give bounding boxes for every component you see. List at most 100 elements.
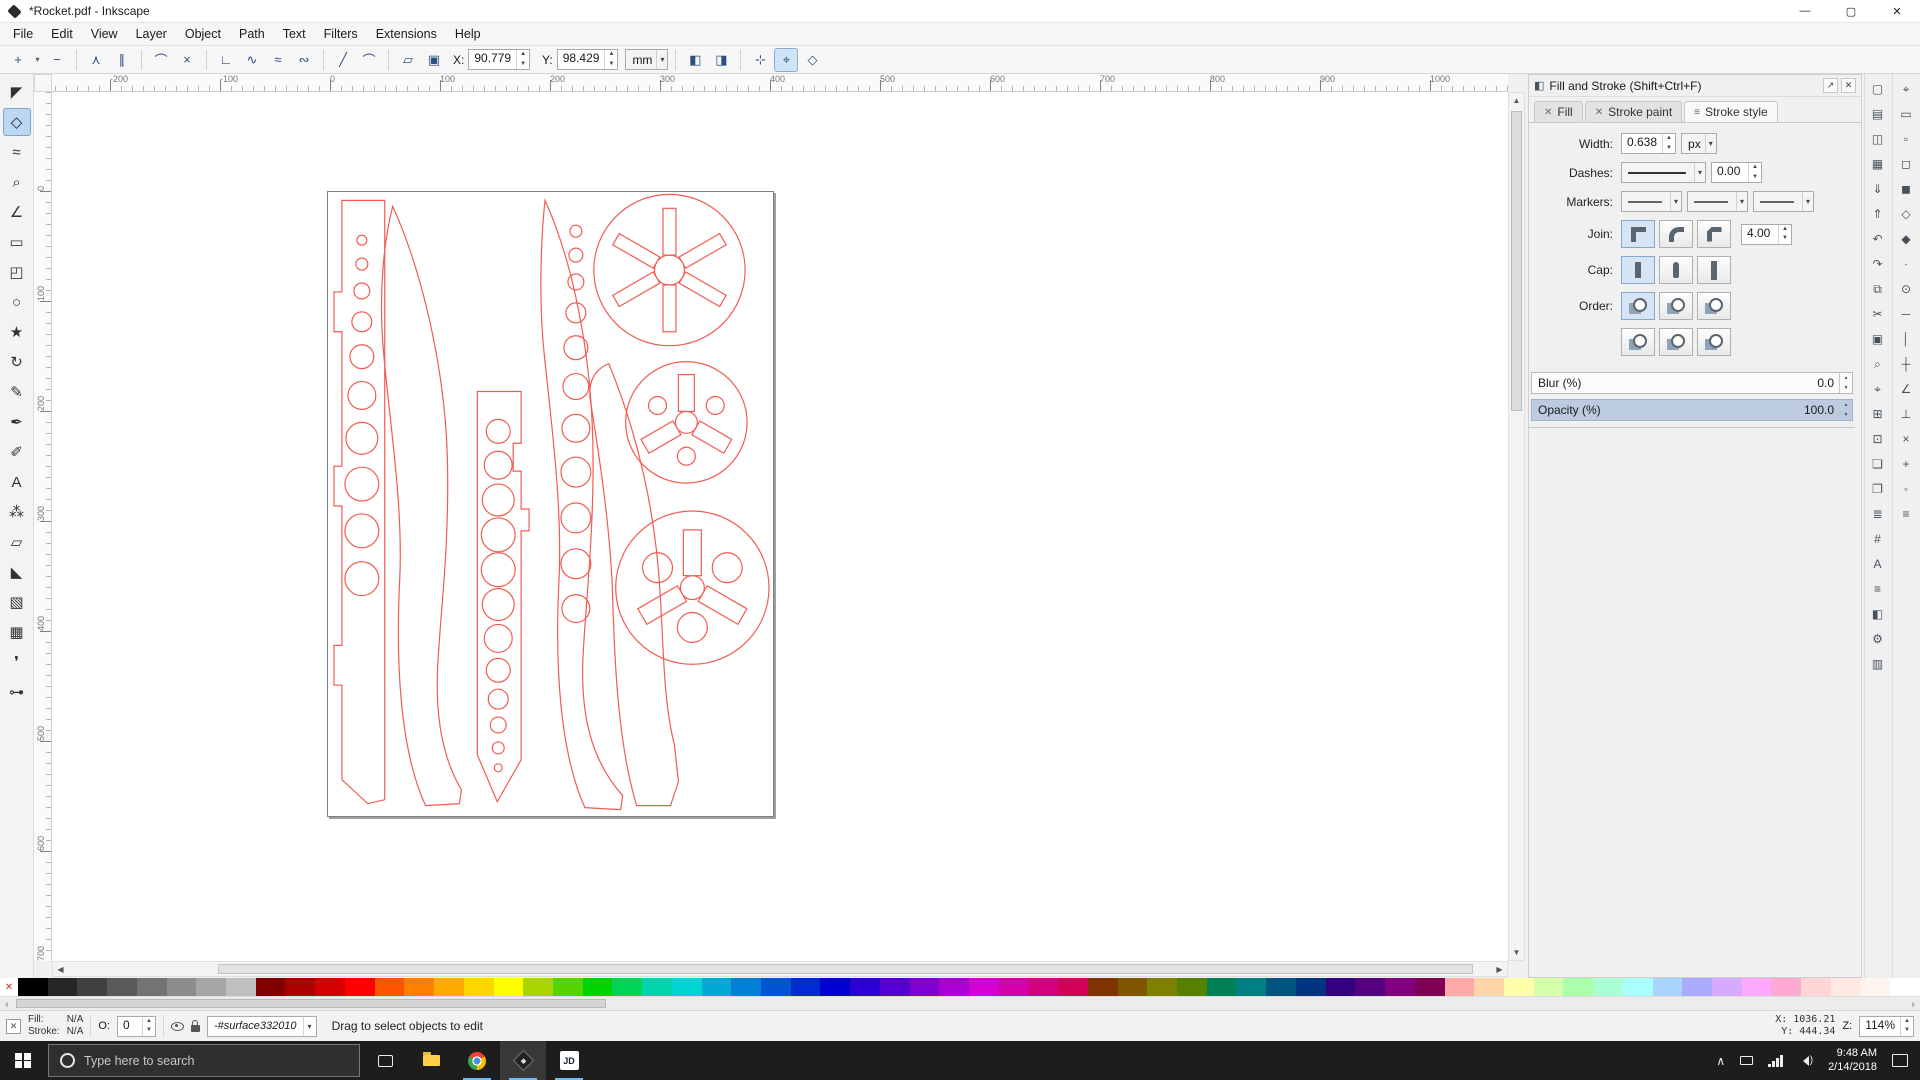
palette-swatch[interactable] [1652, 978, 1683, 996]
palette-swatch[interactable] [1147, 978, 1178, 996]
palette-swatch[interactable] [1503, 978, 1534, 996]
x-spin-arrows[interactable]: ▲ ▼ [516, 50, 529, 69]
palette-swatch[interactable] [671, 978, 702, 996]
menu-item-text[interactable]: Text [274, 24, 315, 44]
object-to-path-button[interactable]: ▱ [396, 48, 420, 72]
snap-node-cusp-toggle[interactable]: ⊙ [1894, 277, 1918, 301]
stroke-unit-dropdown[interactable]: px ▾ [1681, 133, 1717, 154]
palette-scrollbar[interactable]: ‹ › [0, 996, 1920, 1010]
join-with-segment-button[interactable]: ⌒ [149, 48, 173, 72]
stroke-to-path-button[interactable]: ▣ [422, 48, 446, 72]
dash-pattern-dropdown[interactable]: ▾ [1621, 162, 1707, 183]
palette-swatch[interactable] [47, 978, 78, 996]
palette-swatch[interactable] [1682, 978, 1712, 996]
delete-segment-button[interactable]: × [175, 48, 199, 72]
xml-editor-button[interactable]: # [1866, 527, 1890, 551]
zoom-page-button[interactable]: ⌖ [1866, 377, 1890, 401]
palette-swatch[interactable] [1355, 978, 1386, 996]
palette-swatch[interactable] [998, 978, 1029, 996]
palette-swatch[interactable] [1801, 978, 1831, 996]
box3d-tool[interactable]: ◰ [3, 258, 31, 286]
y-spinbox[interactable]: 98.429 ▲ ▼ [556, 49, 619, 70]
palette-swatch[interactable] [107, 978, 137, 996]
y-spin-arrows[interactable]: ▲ ▼ [604, 50, 617, 69]
layer-visibility-icon[interactable] [170, 1021, 184, 1031]
menu-item-path[interactable]: Path [230, 24, 274, 44]
layer-lock-icon[interactable] [190, 1019, 200, 1032]
dash-offset-spin-arrows[interactable]: ▲ ▼ [1748, 163, 1761, 182]
node-tool[interactable]: ◇ [2, 108, 31, 136]
import-button[interactable]: ⇓ [1866, 177, 1890, 201]
palette-swatch[interactable] [1771, 978, 1802, 996]
snap-guide-toggle[interactable]: ◦ [1894, 477, 1918, 501]
chrome-button[interactable] [454, 1041, 500, 1080]
dropper-tool[interactable]: ❜ [3, 648, 31, 676]
snap-smooth-node-toggle[interactable]: ─ [1894, 302, 1918, 326]
text-tool[interactable]: A [3, 468, 31, 496]
selector-tool[interactable]: ◤ [3, 78, 31, 106]
rectangle-tool[interactable]: ▭ [3, 228, 31, 256]
insert-nodes-button[interactable]: + [6, 48, 30, 72]
opacity-spin-arrows[interactable]: ▲ ▼ [1839, 400, 1852, 420]
palette-swatch[interactable] [166, 978, 197, 996]
snap-bbox-toggle[interactable]: ▭ [1894, 102, 1918, 126]
segment-curve-button[interactable]: ⌒ [357, 48, 381, 72]
object-opacity-spinbox[interactable]: 0 ▲ ▼ [116, 1015, 156, 1037]
new-document-button[interactable]: ▢ [1866, 77, 1890, 101]
palette-swatch[interactable] [374, 978, 405, 996]
palette-scroll-right-icon[interactable]: › [1906, 997, 1920, 1010]
order-fms-button[interactable] [1697, 292, 1731, 320]
minimize-button[interactable]: — [1782, 0, 1828, 22]
palette-swatch[interactable] [850, 978, 880, 996]
palette-swatch[interactable] [1830, 978, 1861, 996]
menu-item-object[interactable]: Object [176, 24, 230, 44]
edit-clip-button[interactable]: ◧ [683, 48, 707, 72]
snap-others-toggle[interactable]: ≡ [1894, 502, 1918, 526]
tab-fill[interactable]: ✕ Fill [1534, 101, 1583, 122]
snap-bbox-edge-toggle[interactable]: ▫ [1894, 127, 1918, 151]
marker-start-dropdown[interactable]: ▾ [1621, 191, 1683, 212]
palette-swatch[interactable] [18, 978, 48, 996]
ellipse-tool[interactable]: ○ [3, 288, 31, 316]
palette-scroll-left-icon[interactable]: ‹ [0, 997, 14, 1010]
marker-end-dropdown[interactable]: ▾ [1753, 191, 1815, 212]
palette-swatch[interactable] [463, 978, 494, 996]
inkscape-taskbar-button[interactable] [500, 1041, 546, 1080]
palette-swatch[interactable] [1266, 978, 1296, 996]
palette-swatch[interactable] [701, 978, 732, 996]
palette-swatch[interactable] [434, 978, 464, 996]
palette-swatch[interactable] [1890, 978, 1920, 996]
join-nodes-button[interactable]: ⋏ [84, 48, 108, 72]
dock-float-button[interactable]: ↗ [1823, 78, 1838, 93]
gradient-tool[interactable]: ▧ [3, 588, 31, 616]
break-nodes-button[interactable]: ∥ [110, 48, 134, 72]
show-transform-handles-button[interactable]: ⊹ [748, 48, 772, 72]
order-fsm-button[interactable] [1621, 292, 1655, 320]
dash-offset-spinbox[interactable]: 0.00 ▲ ▼ [1711, 162, 1763, 183]
join-round-button[interactable] [1659, 220, 1693, 248]
join-bevel-button[interactable] [1697, 220, 1731, 248]
document-page[interactable] [327, 191, 774, 817]
scroll-left-icon[interactable]: ◀ [53, 962, 68, 976]
palette-swatch[interactable] [1474, 978, 1504, 996]
palette-swatch[interactable] [1385, 978, 1415, 996]
blur-spin-arrows[interactable]: ▲ ▼ [1839, 373, 1852, 393]
miter-limit-spinbox[interactable]: 4.00 ▲ ▼ [1741, 223, 1792, 245]
menu-item-help[interactable]: Help [446, 24, 490, 44]
tab-stroke-paint[interactable]: ✕ Stroke paint [1584, 101, 1683, 122]
snap-path-toggle[interactable]: ◆ [1894, 227, 1918, 251]
vertical-scrollbar-thumb[interactable] [1511, 111, 1522, 411]
palette-swatch[interactable] [1622, 978, 1653, 996]
hidden-icons-chevron-icon[interactable]: ∧ [1716, 1054, 1725, 1068]
close-button[interactable]: ✕ [1874, 0, 1920, 22]
miter-limit-spin-arrows[interactable]: ▲ ▼ [1778, 224, 1791, 244]
print-button[interactable]: ▦ [1866, 152, 1890, 176]
menu-item-edit[interactable]: Edit [42, 24, 82, 44]
palette-swatch[interactable] [404, 978, 435, 996]
palette-swatch[interactable] [612, 978, 643, 996]
tweak-tool[interactable]: ≈ [3, 138, 31, 166]
snap-page-border-toggle[interactable]: × [1894, 427, 1918, 451]
calligraphy-tool[interactable]: ✐ [3, 438, 31, 466]
palette-swatch[interactable] [909, 978, 940, 996]
mesh-tool[interactable]: ▦ [3, 618, 31, 646]
